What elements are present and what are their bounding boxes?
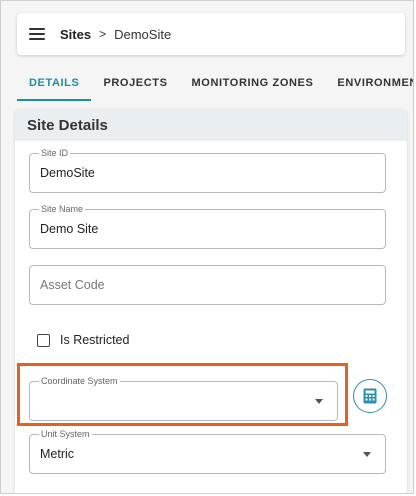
asset-code-field[interactable]: Asset Code — [29, 265, 386, 305]
tab-environmental[interactable]: ENVIRONMENTAL — [337, 69, 413, 101]
site-name-value: Demo Site — [40, 222, 99, 236]
site-id-label: Site ID — [39, 147, 71, 159]
chevron-down-icon — [363, 452, 371, 457]
unit-system-value: Metric — [40, 447, 75, 461]
site-name-field[interactable]: Site Name Demo Site — [29, 203, 386, 249]
chevron-down-icon — [315, 399, 323, 404]
site-id-field[interactable]: Site ID DemoSite — [29, 147, 386, 193]
tab-bar: DETAILS PROJECTS MONITORING ZONES ENVIRO… — [17, 69, 413, 101]
unit-system-label: Unit System — [39, 428, 92, 440]
tab-details[interactable]: DETAILS — [17, 69, 92, 101]
site-details-card: Site Details Site ID DemoSite Site Name … — [15, 109, 407, 493]
is-restricted-label: Is Restricted — [60, 333, 130, 347]
site-id-value: DemoSite — [40, 166, 95, 180]
is-restricted-checkbox[interactable] — [37, 333, 50, 347]
is-restricted-checkbox-row[interactable]: Is Restricted — [37, 333, 129, 347]
tab-monitoring-zones[interactable]: MONITORING ZONES — [192, 69, 314, 101]
breadcrumb-current: DemoSite — [114, 26, 172, 42]
coordinate-calculator-button[interactable] — [353, 379, 387, 413]
calculator-icon — [363, 388, 377, 404]
coordinate-system-select[interactable]: Coordinate System — [29, 375, 338, 421]
asset-code-placeholder: Asset Code — [40, 278, 105, 292]
breadcrumb-bar: Sites > DemoSite — [17, 13, 405, 55]
breadcrumb-separator: > — [99, 27, 107, 41]
hamburger-menu-icon[interactable] — [29, 28, 45, 40]
site-name-label: Site Name — [39, 203, 86, 215]
card-title: Site Details — [15, 109, 407, 141]
app-frame: Sites > DemoSite DETAILS PROJECTS MONITO… — [0, 0, 414, 494]
tab-projects[interactable]: PROJECTS — [103, 69, 167, 101]
unit-system-select[interactable]: Unit System Metric — [29, 428, 386, 474]
coordinate-system-label: Coordinate System — [39, 375, 120, 387]
breadcrumb-sites-link[interactable]: Sites — [60, 27, 91, 42]
